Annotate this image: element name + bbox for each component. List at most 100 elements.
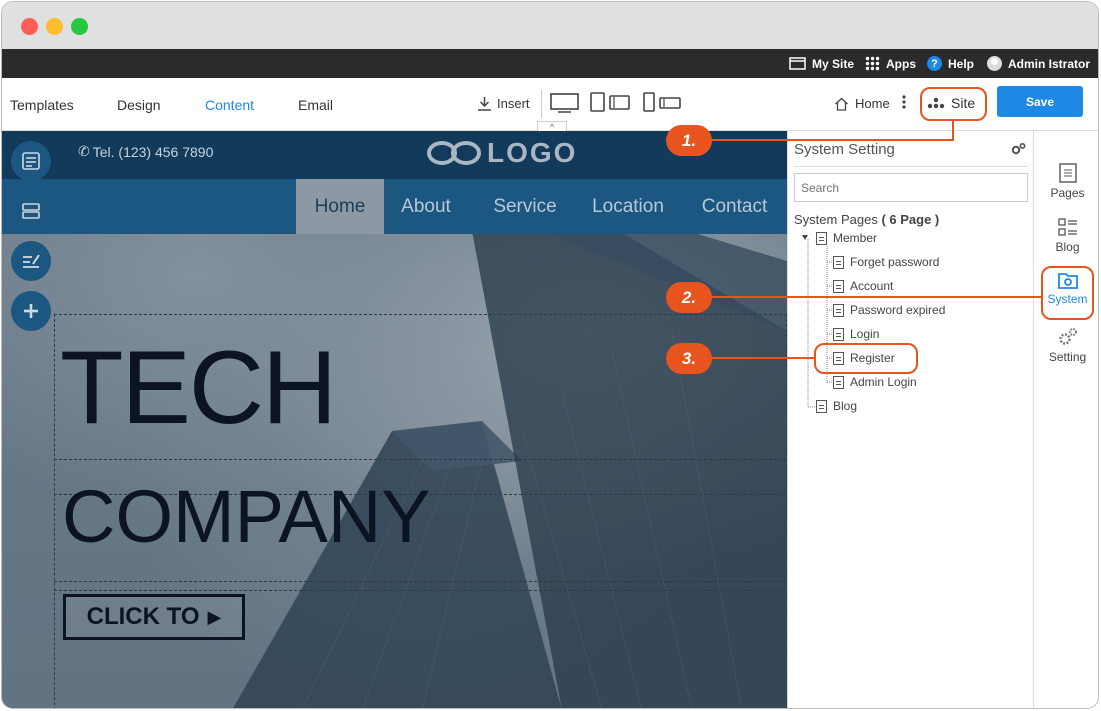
tab-design[interactable]: Design [117, 97, 161, 113]
rail-blog-label: Blog [1055, 240, 1080, 254]
maximize-window-button[interactable] [71, 18, 88, 35]
rail-setting-label: Setting [1048, 350, 1087, 364]
page-icon [833, 327, 844, 341]
plus-icon [24, 304, 38, 318]
callout-1-badge: 1. [666, 125, 712, 156]
callout-3-line [710, 357, 816, 359]
site-nav-contact[interactable]: Contact [692, 179, 777, 234]
site-nav-about[interactable]: About [390, 179, 462, 234]
caret-right-icon: ▶ [207, 606, 222, 627]
tree-label: Member [833, 231, 878, 245]
tree-label: Admin Login [850, 375, 917, 389]
page-icon [833, 255, 844, 269]
my-site-label: My Site [812, 56, 855, 71]
cta-label: CLICK TO [86, 603, 200, 630]
tree-label: Password expired [850, 303, 946, 317]
rail-pages[interactable]: Pages [1034, 163, 1098, 200]
rail-blog[interactable]: Blog [1034, 217, 1098, 254]
site-logo: LOGO [425, 137, 577, 169]
tablet-view-icon[interactable] [590, 92, 632, 112]
page-folder-icon [816, 399, 827, 413]
phone-text: Tel. (123) 456 7890 [92, 143, 214, 160]
hero-title-line2[interactable]: COMPANY [62, 476, 431, 558]
tree-item-password-expired[interactable]: Password expired [833, 303, 945, 317]
toolbar-divider [541, 90, 542, 118]
site-nav-service[interactable]: Service [480, 179, 570, 234]
add-element-button[interactable] [11, 291, 51, 331]
infinity-logo-icon [427, 141, 481, 165]
edit-lines-icon [23, 254, 40, 268]
form-icon [22, 152, 40, 170]
logo-text: LOGO [487, 137, 578, 168]
tab-templates[interactable]: Templates [10, 97, 74, 113]
top-bar: My Site Apps ? Help Admin Istrator [2, 49, 1098, 78]
app-window: My Site Apps ? Help Admin Istrator Templ… [1, 1, 1099, 709]
site-phone: ✆ Tel. (123) 456 7890 [78, 143, 213, 160]
blog-list-icon [1057, 218, 1077, 236]
hero-title-line1[interactable]: TECH [60, 331, 337, 446]
save-button[interactable]: Save [997, 86, 1083, 117]
more-vertical-icon[interactable] [902, 95, 906, 109]
site-preview-canvas[interactable]: ✆ Tel. (123) 456 7890 LOGO Home About Se… [2, 131, 787, 708]
edit-layout-button[interactable] [11, 141, 51, 181]
callout-3-badge: 3. [666, 343, 712, 374]
home-label: Home [855, 96, 890, 111]
rail-pages-label: Pages [1050, 186, 1085, 200]
tree-label: Login [850, 327, 880, 341]
edit-text-button[interactable] [11, 241, 51, 281]
home-icon [835, 97, 848, 111]
tab-content[interactable]: Content [205, 97, 254, 113]
mobile-view-icon[interactable] [643, 92, 683, 112]
tab-email[interactable]: Email [298, 97, 333, 113]
callout-2-line [710, 296, 1042, 298]
help-icon: ? [927, 56, 942, 71]
tree-item-admin-login[interactable]: Admin Login [833, 375, 917, 389]
help-link[interactable]: ? Help [927, 49, 974, 78]
right-icon-rail: Pages Blog System Setting [1033, 131, 1098, 708]
phone-icon: ✆ [78, 143, 90, 159]
tree-item-login[interactable]: Login [833, 327, 879, 341]
callout-1-line-vertical [952, 120, 954, 141]
callout-1-line [710, 139, 953, 141]
download-icon [478, 97, 491, 111]
apps-link[interactable]: Apps [865, 49, 916, 78]
user-name: Admin Istrator [1008, 56, 1091, 71]
tree-label: Account [850, 279, 894, 293]
pages-icon [1058, 163, 1077, 183]
help-label: Help [948, 56, 975, 71]
page-folder-icon [816, 231, 827, 245]
cta-button[interactable]: CLICK TO ▶ [63, 594, 245, 640]
tree-item-forget-password[interactable]: Forget password [833, 255, 939, 269]
setting-gears-icon [1058, 328, 1077, 345]
callout-2-badge: 2. [666, 282, 712, 313]
avatar [987, 56, 1002, 71]
rail-setting[interactable]: Setting [1034, 327, 1098, 364]
page-icon [833, 303, 844, 317]
page-icon [833, 279, 844, 293]
desktop-view-icon[interactable] [550, 93, 580, 113]
insert-button[interactable]: Insert [477, 96, 530, 111]
site-nav-home[interactable]: Home [296, 179, 384, 234]
rows-icon [22, 203, 40, 219]
sections-button[interactable] [11, 191, 51, 231]
tree-item-account[interactable]: Account [833, 279, 893, 293]
my-site-link[interactable]: My Site [789, 49, 854, 78]
system-setting-panel: System Setting System Pages ( 6 Page ) [787, 131, 1033, 708]
page-icon [833, 375, 844, 389]
minimize-window-button[interactable] [46, 18, 63, 35]
user-menu[interactable]: Admin Istrator [987, 49, 1090, 78]
callout-1-highlight [920, 87, 987, 121]
callout-3-highlight [814, 343, 918, 374]
tree-folder-blog[interactable]: Blog [816, 399, 857, 413]
apps-label: Apps [886, 56, 916, 71]
collapse-toolbar-toggle[interactable]: ^ [537, 121, 567, 132]
close-window-button[interactable] [21, 18, 38, 35]
hero-row-outline-2 [54, 581, 787, 591]
home-page-selector[interactable]: Home [834, 96, 890, 111]
tree-label: Forget password [850, 255, 940, 269]
site-nav-location[interactable]: Location [582, 179, 674, 234]
tree-folder-member[interactable]: Member [816, 231, 877, 245]
title-bar [2, 2, 1098, 49]
tree-label: Blog [833, 399, 858, 413]
browser-window-icon [789, 57, 806, 70]
